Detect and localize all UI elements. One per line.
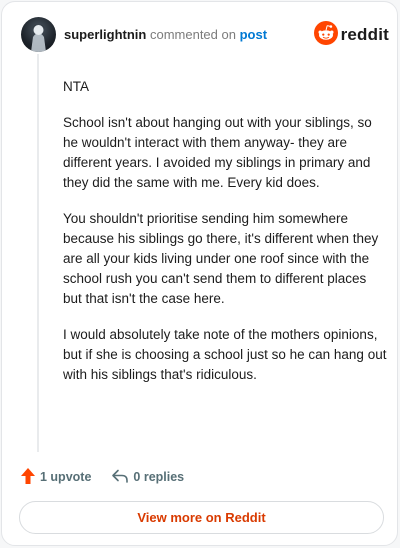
comment-paragraph: NTA: [63, 79, 89, 94]
comment-paragraph: School isn't about hanging out with your…: [63, 115, 372, 190]
replies-count: 0 replies: [133, 470, 185, 484]
upvote-arrow-icon: [20, 467, 36, 488]
username-link[interactable]: superlightnin: [64, 27, 146, 42]
comment-paragraph: I would absolutely take note of the moth…: [63, 327, 387, 382]
comment-actions: 1 upvote 0 replies: [20, 467, 184, 487]
reddit-brand[interactable]: reddit: [313, 20, 389, 50]
reply-arrow-icon: [111, 468, 129, 487]
comment-header: superlightnin commented on post reddit: [21, 17, 391, 53]
avatar[interactable]: [21, 17, 56, 52]
view-more-button[interactable]: View more on Reddit: [19, 501, 384, 534]
byline: superlightnin commented on post: [64, 27, 267, 43]
upvote-button[interactable]: 1 upvote: [20, 467, 91, 488]
comment-card: superlightnin commented on post reddit N…: [1, 1, 398, 546]
post-link[interactable]: post: [240, 27, 267, 42]
byline-action: commented on: [149, 27, 236, 42]
thread-line: [37, 54, 39, 452]
comment-body: NTA School isn't about hanging out with …: [63, 77, 388, 401]
replies-button[interactable]: 0 replies: [111, 468, 184, 487]
reddit-wordmark: reddit: [340, 25, 389, 44]
upvote-count: 1 upvote: [40, 470, 92, 484]
reddit-logo-icon: [313, 20, 338, 50]
comment-paragraph: You shouldn't prioritise sending him som…: [63, 211, 379, 306]
